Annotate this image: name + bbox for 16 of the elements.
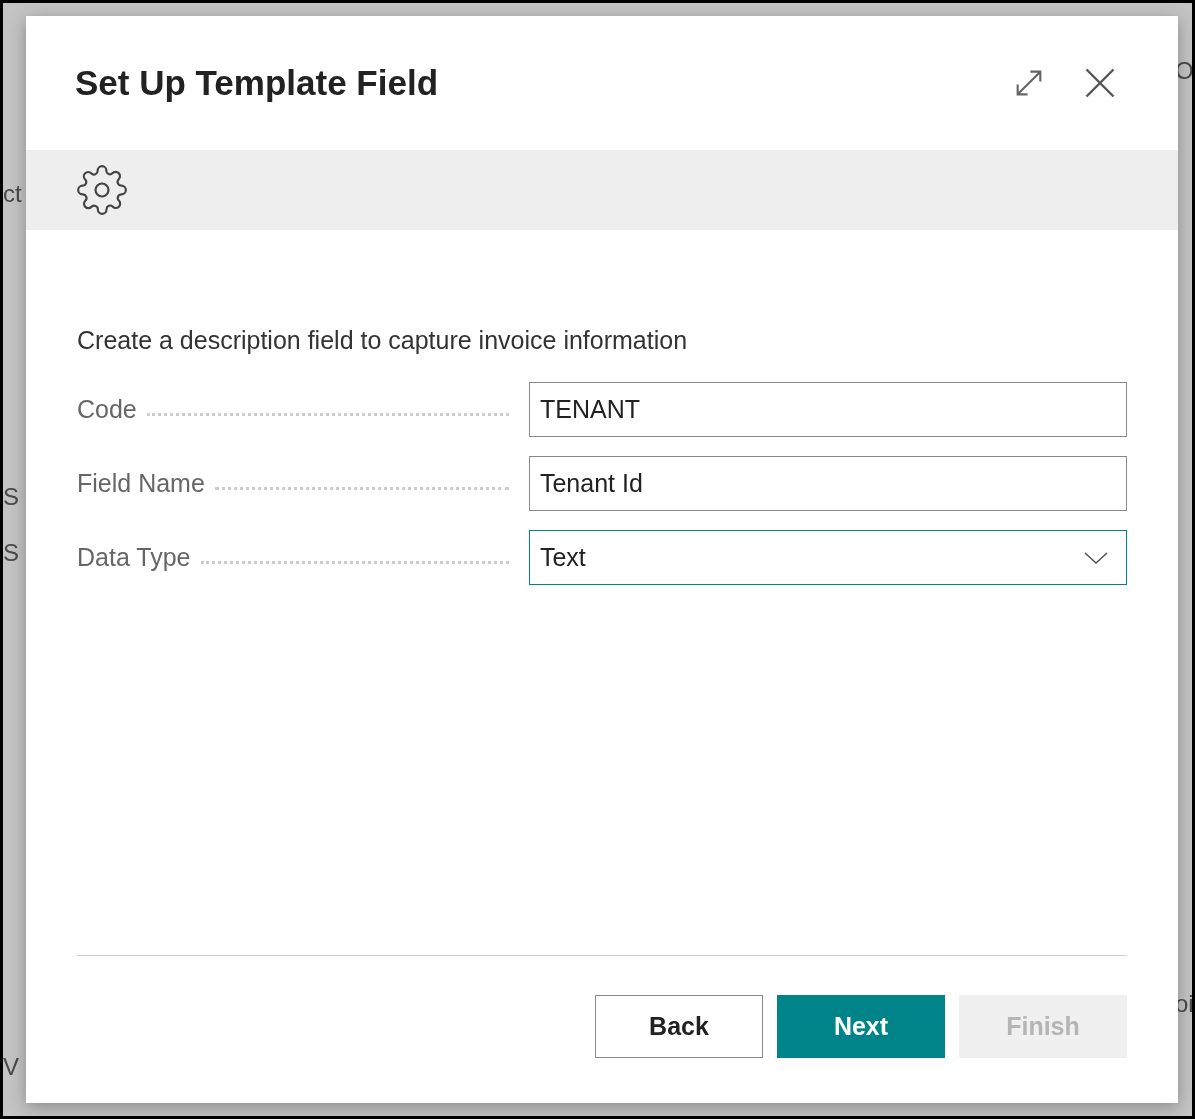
field-label: Code: [77, 393, 137, 425]
primary-button[interactable]: Next: [777, 995, 945, 1058]
settings-icon[interactable]: [76, 164, 128, 216]
field-label: Field Name: [77, 467, 205, 499]
dropdown-field[interactable]: Text: [528, 530, 1127, 585]
dialog-title: Set Up Template Field: [75, 61, 439, 104]
input-field[interactable]: TENANT: [528, 382, 1127, 437]
background-text: S: [3, 482, 19, 512]
secondary-button[interactable]: Back: [595, 995, 763, 1058]
field-label: Data Type: [77, 541, 191, 573]
chevron-down-icon: [1084, 551, 1108, 564]
background-text: V: [3, 1052, 19, 1082]
input-field[interactable]: Tenant Id: [528, 456, 1127, 511]
background-text: ct: [3, 179, 22, 209]
instruction-text: Create a description field to capture invoice information: [77, 325, 689, 356]
background-text: S: [3, 538, 19, 568]
